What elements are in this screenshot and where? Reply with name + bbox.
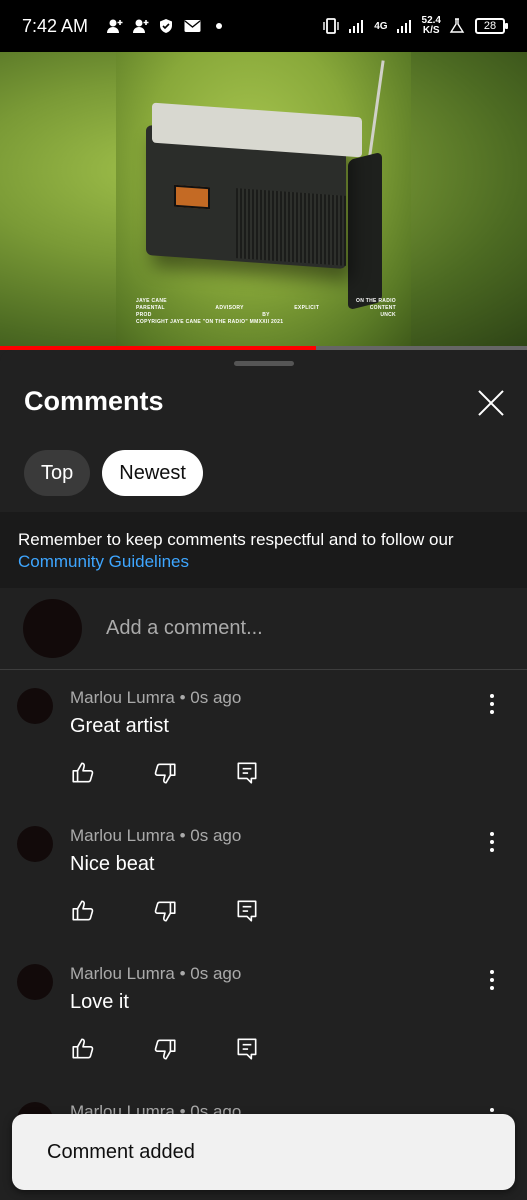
comment-item: Marlou Lumra • 0s ago Nice beat — [0, 818, 527, 956]
cover-advisory: CONTENT — [369, 305, 396, 311]
add-comment-row — [0, 588, 527, 670]
comment-age: 0s ago — [190, 688, 242, 707]
tab-top[interactable]: Top — [24, 450, 91, 496]
cover-album: ON THE RADIO — [356, 298, 396, 304]
reply-button[interactable] — [234, 760, 316, 790]
battery-icon: 28 — [475, 18, 508, 34]
signal-icon — [396, 18, 414, 34]
sheet-title: Comments — [24, 386, 164, 416]
notification-dot-icon — [216, 23, 223, 29]
cover-prod: PROD — [136, 312, 152, 318]
add-person-icon — [132, 18, 150, 34]
video-player[interactable]: JAYE CANE ON THE RADIO PARENTAL ADVISORY … — [0, 52, 527, 348]
avatar[interactable] — [17, 826, 53, 862]
avatar — [23, 599, 82, 658]
comment-meta: Marlou Lumra • 0s ago — [70, 688, 242, 707]
comment-age: 0s ago — [190, 964, 242, 983]
avatar[interactable] — [17, 688, 53, 724]
comment-item: Marlou Lumra • 0s ago Great artist — [0, 680, 527, 818]
guidelines-notice: Remember to keep comments respectful and… — [0, 512, 527, 588]
thumbs-up-icon — [72, 762, 94, 783]
vibrate-icon — [322, 18, 340, 34]
reply-icon — [237, 762, 257, 784]
comment-meta: Marlou Lumra • 0s ago — [70, 826, 242, 845]
signal-icon — [348, 18, 366, 34]
comment-author[interactable]: Marlou Lumra — [70, 964, 175, 983]
comment-text: Nice beat — [70, 853, 155, 875]
speed-unit: K/S — [422, 25, 440, 36]
thumbs-down-icon — [154, 1039, 176, 1060]
like-button[interactable] — [70, 1036, 152, 1066]
comment-meta: Marlou Lumra • 0s ago — [70, 964, 242, 983]
comment-author[interactable]: Marlou Lumra — [70, 688, 175, 707]
status-bar: 7:42 AM 4G 52.4 K/S 28 — [0, 0, 527, 52]
thumbs-down-icon — [154, 763, 176, 784]
comment-text: Great artist — [70, 715, 169, 737]
status-time: 7:42 AM — [22, 15, 89, 36]
cover-artist: JAYE CANE — [136, 298, 167, 304]
dislike-button[interactable] — [152, 1036, 234, 1066]
cover-advisory: EXPLICIT — [294, 305, 320, 311]
more-options-icon[interactable] — [484, 694, 500, 716]
more-options-icon[interactable] — [484, 832, 500, 854]
cover-advisory: PARENTAL — [136, 305, 165, 311]
thumbs-up-icon — [72, 900, 94, 921]
reply-icon — [237, 1038, 257, 1060]
comments-sheet: Comments Top Newest Remember to keep com… — [0, 350, 527, 1200]
community-guidelines-link[interactable]: Community Guidelines — [18, 551, 509, 573]
cover-advisory: ADVISORY — [215, 305, 244, 311]
cover-prod: BY — [262, 312, 270, 318]
more-options-icon[interactable] — [484, 970, 500, 992]
thumbs-down-icon — [154, 901, 176, 922]
comment-author[interactable]: Marlou Lumra — [70, 826, 175, 845]
radio-side — [348, 151, 382, 311]
dislike-button[interactable] — [152, 898, 234, 928]
network-type: 4G — [374, 20, 388, 32]
comment-actions — [70, 898, 316, 928]
like-button[interactable] — [70, 898, 152, 928]
sort-tabs: Top Newest — [24, 450, 203, 496]
cover-text: JAYE CANE ON THE RADIO PARENTAL ADVISORY … — [136, 298, 396, 326]
cover-copyright: COPYRIGHT JAYE CANE "ON THE RADIO" MMXXI… — [136, 319, 284, 325]
comment-actions — [70, 760, 316, 790]
comment-text: Love it — [70, 991, 129, 1013]
like-button[interactable] — [70, 760, 152, 790]
comment-age: 0s ago — [190, 826, 242, 845]
shield-icon — [158, 18, 176, 34]
reply-icon — [237, 900, 257, 922]
comment-item: Marlou Lumra • 0s ago Love it — [0, 956, 527, 1094]
drag-handle[interactable] — [234, 361, 294, 366]
radio-grille — [236, 188, 346, 266]
radio-cassette — [174, 184, 210, 210]
comment-actions — [70, 1036, 316, 1066]
tab-newest[interactable]: Newest — [102, 450, 203, 496]
flask-icon — [449, 18, 467, 34]
network-speed: 52.4 K/S — [422, 16, 441, 36]
dislike-button[interactable] — [152, 760, 234, 790]
add-comment-input[interactable] — [106, 617, 486, 640]
add-person-icon — [106, 18, 124, 34]
snackbar-toast: Comment added — [12, 1114, 515, 1190]
album-cover: JAYE CANE ON THE RADIO PARENTAL ADVISORY … — [116, 52, 411, 348]
reply-button[interactable] — [234, 1036, 316, 1066]
reply-button[interactable] — [234, 898, 316, 928]
close-button[interactable] — [474, 386, 508, 420]
avatar[interactable] — [17, 964, 53, 1000]
cover-prod: UNCK — [380, 312, 396, 318]
thumbs-up-icon — [72, 1038, 94, 1059]
mail-icon — [184, 18, 202, 34]
notice-text: Remember to keep comments respectful and… — [18, 530, 454, 549]
